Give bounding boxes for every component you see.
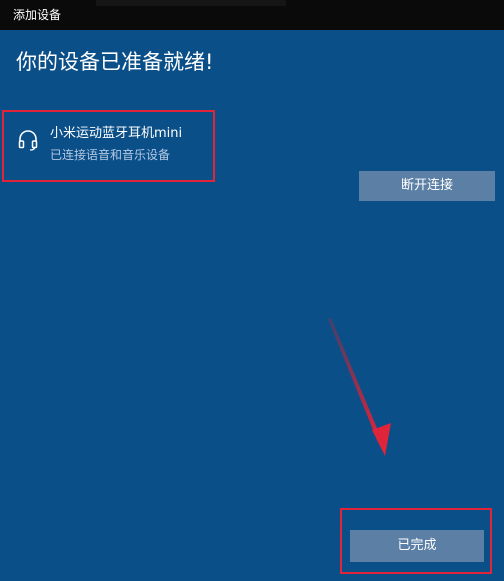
- annotation-arrow: [328, 318, 391, 456]
- headphones-icon: [18, 130, 38, 151]
- background-window-fragment: [96, 0, 286, 6]
- device-name: 小米运动蓝牙耳机mini: [50, 126, 183, 141]
- device-list-item[interactable]: 小米运动蓝牙耳机mini 已连接语音和音乐设备: [2, 110, 215, 182]
- add-device-window: 添加设备 你的设备已准备就绪! 小米运动蓝牙耳机mini 已连接语音和音乐设备 …: [0, 0, 504, 581]
- window-title: 添加设备: [13, 8, 62, 22]
- done-button[interactable]: 已完成: [350, 530, 484, 562]
- disconnect-button[interactable]: 断开连接: [359, 171, 495, 201]
- device-status: 已连接语音和音乐设备: [50, 148, 171, 162]
- title-bar: 添加设备: [0, 0, 504, 30]
- page-heading: 你的设备已准备就绪!: [16, 50, 214, 74]
